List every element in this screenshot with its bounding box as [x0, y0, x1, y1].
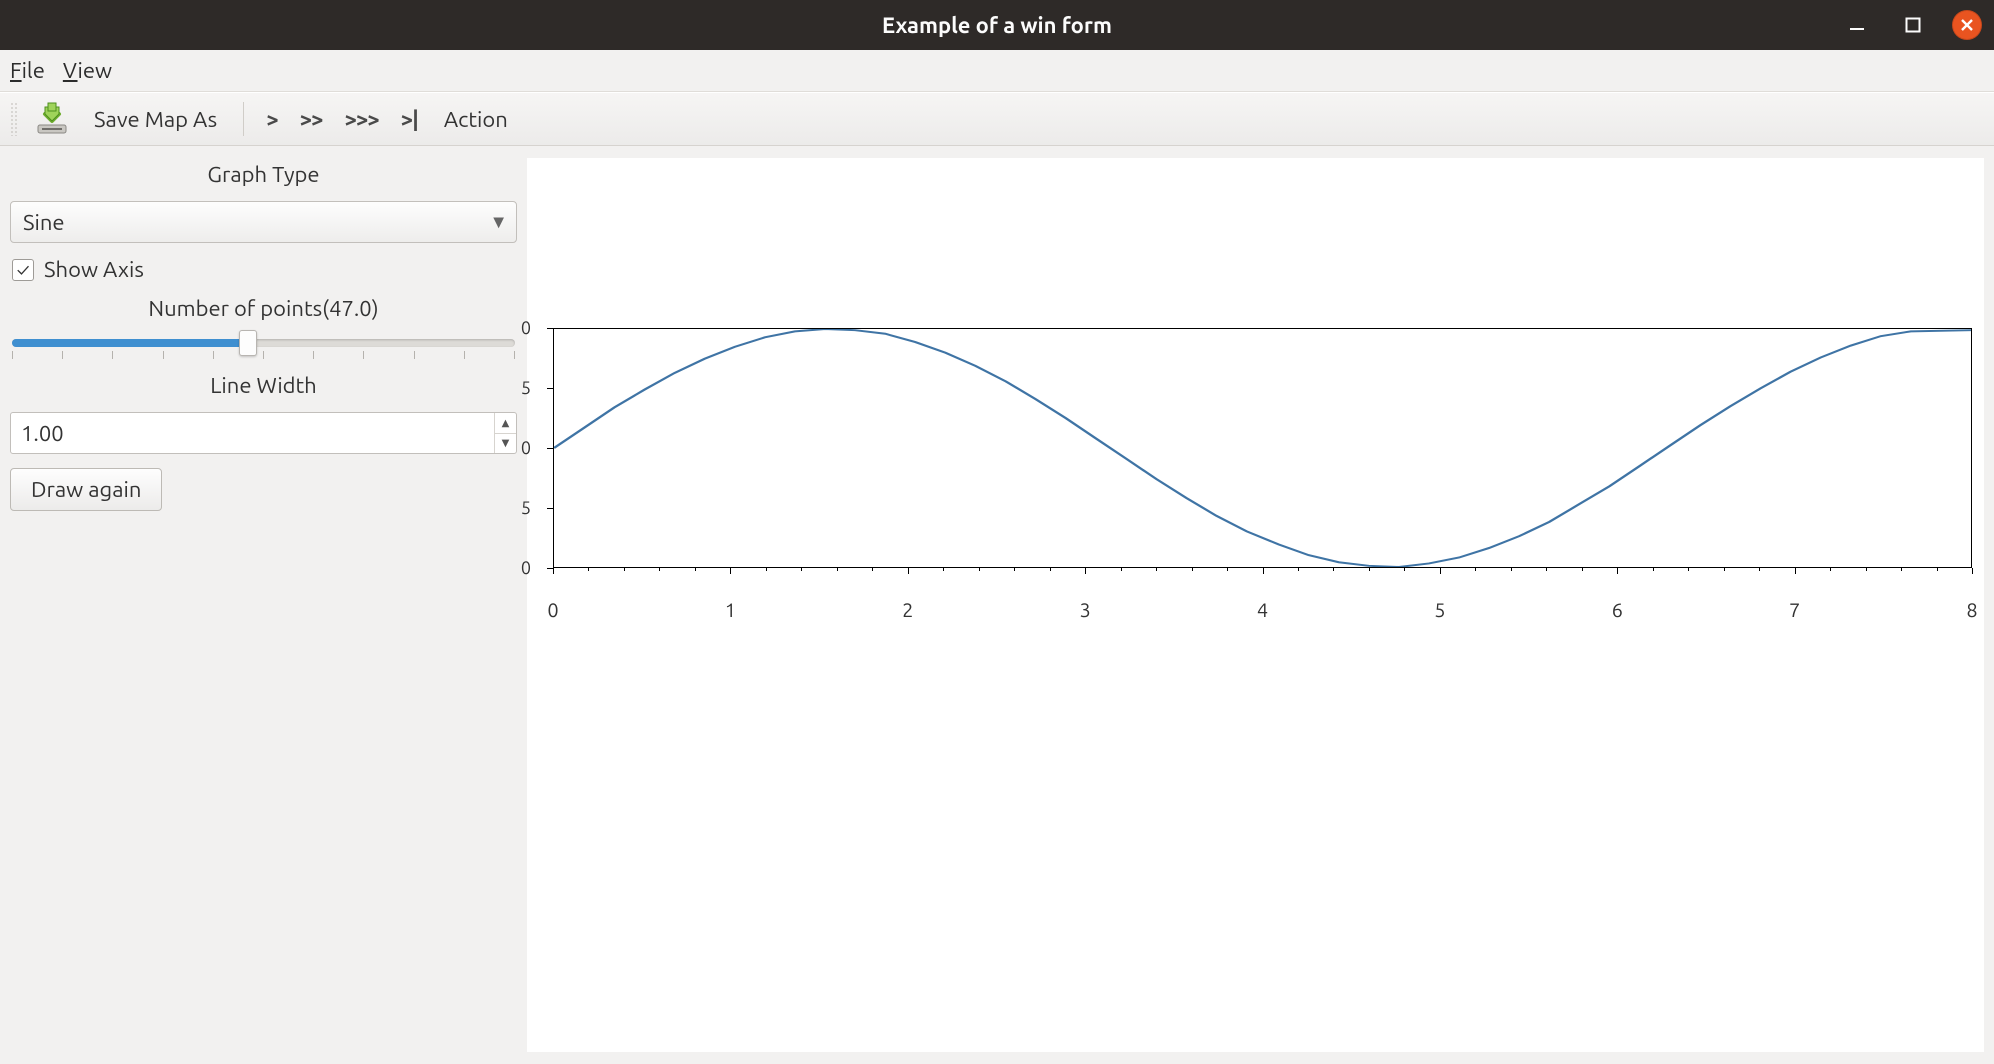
line-width-spinner[interactable]: ▲ ▼ [10, 412, 517, 454]
points-label: Number of points(47.0) [10, 296, 517, 321]
graph-type-value: Sine [23, 210, 65, 235]
graph-type-select[interactable]: Sine ▼ [10, 201, 517, 243]
spin-up-icon[interactable]: ▲ [495, 413, 516, 434]
graph-type-label: Graph Type [10, 162, 517, 187]
menu-view-rest: iew [78, 58, 113, 83]
chart: 05050 012345678 [553, 328, 1972, 568]
slider-thumb[interactable] [239, 330, 257, 356]
line-width-input[interactable] [11, 413, 494, 453]
plot-box [553, 328, 1972, 568]
save-map-as-button[interactable]: Save Map As [86, 103, 225, 136]
plot-panel: 05050 012345678 [527, 158, 1984, 1052]
menu-file-rest: ile [22, 58, 45, 83]
control-panel: Graph Type Sine ▼ ✓ Show Axis Number of … [0, 146, 527, 1064]
chevron-down-icon: ▼ [493, 214, 504, 231]
menubar: File View [0, 50, 1994, 92]
action-button[interactable]: Action [436, 103, 516, 136]
step-end-button[interactable]: >| [397, 105, 422, 134]
menu-view[interactable]: View [63, 58, 112, 83]
close-button[interactable] [1952, 10, 1982, 40]
maximize-button[interactable] [1896, 8, 1930, 42]
toolbar-separator [243, 102, 244, 136]
x-tick-marks [553, 568, 1972, 574]
line-series [554, 329, 1971, 567]
draw-again-button[interactable]: Draw again [10, 468, 162, 511]
step-fwd-1-button[interactable]: > [262, 105, 281, 134]
step-fwd-3-button[interactable]: >>> [340, 105, 382, 134]
window-titlebar: Example of a win form [0, 0, 1994, 50]
menu-file[interactable]: File [10, 58, 45, 83]
toolbar: Save Map As > >> >>> >| Action [0, 92, 1994, 146]
save-icon[interactable] [32, 99, 72, 139]
show-axis-checkbox[interactable]: ✓ [12, 259, 34, 281]
points-slider[interactable] [12, 339, 515, 347]
step-fwd-2-button[interactable]: >> [296, 105, 327, 134]
slider-ticks [12, 351, 515, 359]
spin-down-icon[interactable]: ▼ [495, 434, 516, 454]
line-width-label: Line Width [10, 373, 517, 398]
window-title: Example of a win form [0, 13, 1994, 38]
toolbar-grip-icon [10, 102, 18, 136]
show-axis-label: Show Axis [44, 257, 144, 282]
minimize-button[interactable] [1840, 8, 1874, 42]
